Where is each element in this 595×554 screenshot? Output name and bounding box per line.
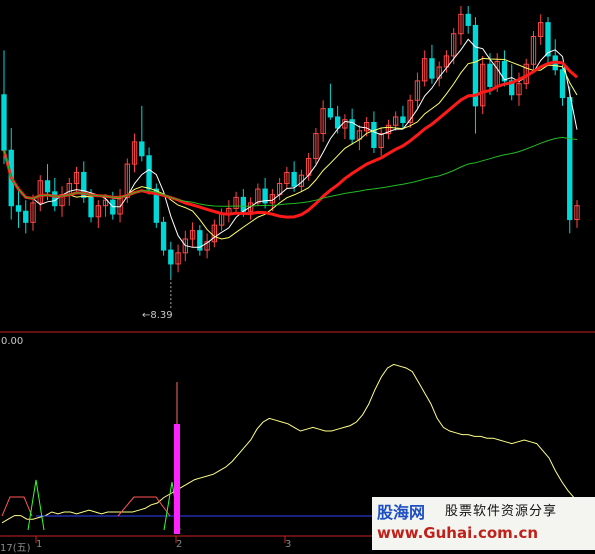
candle-body <box>559 69 566 99</box>
date-tick-label: 17(五) <box>0 543 31 554</box>
candle-body <box>240 196 247 212</box>
date-tick-label: 1 <box>36 539 43 550</box>
candle-body <box>160 221 167 251</box>
watermark-logo: 股海网 股票软件资源分享 www.Guhai.com.cn <box>372 497 595 550</box>
candle-body <box>291 171 297 187</box>
candle-body <box>88 196 94 218</box>
watermark-brand: 股海网 <box>377 503 426 522</box>
candle-body <box>487 63 493 87</box>
signal-box-mid <box>117 496 171 517</box>
candle-body <box>567 97 573 221</box>
signal-bar <box>174 424 180 534</box>
candle-body <box>52 191 58 207</box>
candle-body <box>327 108 334 118</box>
candle-body <box>400 116 406 123</box>
low-price-label: ←8.39 <box>142 310 173 321</box>
candle-body <box>15 205 22 212</box>
candle-body <box>146 155 152 190</box>
date-tick-label: 3 <box>285 539 292 550</box>
candle-body <box>139 141 145 157</box>
indicator-green-spike <box>27 479 45 531</box>
candle-body <box>23 210 29 223</box>
kline-chart <box>0 6 595 543</box>
candle-body <box>334 116 341 129</box>
candle-body <box>1 94 7 151</box>
candle-body <box>44 180 51 193</box>
candle-body <box>429 58 435 79</box>
candle-body <box>168 249 174 265</box>
candle-body <box>545 22 551 57</box>
date-tick-label: 2 <box>176 539 183 550</box>
watermark-url: www.Guhai.com.cn <box>377 524 539 542</box>
candle-body <box>465 13 471 26</box>
signal-box-left <box>1 496 33 517</box>
watermark-subtitle: 股票软件资源分享 <box>445 504 558 519</box>
indicator-value-label: 0.00 <box>1 336 24 347</box>
candle-body <box>371 121 377 148</box>
